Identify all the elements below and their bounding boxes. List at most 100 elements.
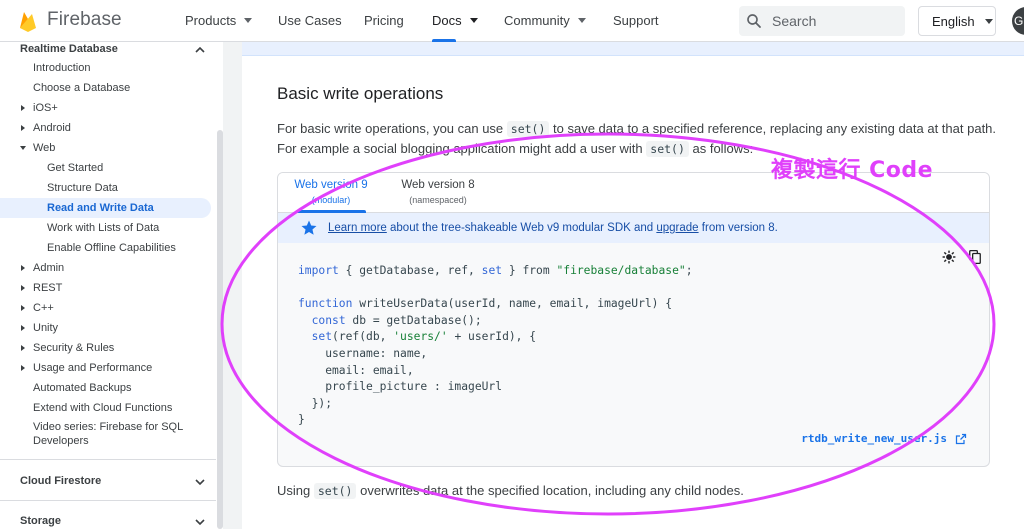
sidebar-item-automated-backups[interactable]: Automated Backups xyxy=(0,378,211,398)
chevron-up-icon[interactable] xyxy=(195,45,205,55)
sidebar-item-read-write-data[interactable]: Read and Write Data xyxy=(0,198,211,218)
sidebar-item-structure-data[interactable]: Structure Data xyxy=(0,178,211,198)
nav-support[interactable]: Support xyxy=(613,13,659,28)
notice-end: from version 8. xyxy=(698,222,778,234)
star-icon xyxy=(301,220,317,235)
code-keyword: set xyxy=(481,264,503,277)
sidebar-divider xyxy=(0,500,216,501)
sidebar-item-admin[interactable]: Admin xyxy=(0,258,211,278)
notice-text: Learn more about the tree-shakeable Web … xyxy=(328,222,778,234)
search-box[interactable] xyxy=(739,6,905,36)
tab-subtitle: (modular) xyxy=(311,195,351,205)
nav-pricing[interactable]: Pricing xyxy=(364,13,404,28)
expand-arrow-icon xyxy=(21,345,25,351)
nav-community[interactable]: Community xyxy=(504,13,586,28)
chevron-down-icon[interactable] xyxy=(195,477,205,487)
sidebar-item-label: Android xyxy=(33,122,71,134)
sidebar-item-choose-database[interactable]: Choose a Database xyxy=(0,78,211,98)
firebase-logo-icon[interactable] xyxy=(17,9,39,33)
sidebar-item-lists-of-data[interactable]: Work with Lists of Data xyxy=(0,218,211,238)
nav-products-label: Products xyxy=(185,13,237,28)
code-text: }); xyxy=(298,396,333,410)
sidebar-section-storage[interactable]: Storage xyxy=(20,515,61,527)
code-text: db = getDatabase(); xyxy=(345,313,482,327)
sidebar-item-label: Extend with Cloud Functions xyxy=(33,402,173,414)
expand-arrow-icon xyxy=(21,285,25,291)
sidebar-item-offline[interactable]: Enable Offline Capabilities xyxy=(0,238,211,258)
code-keyword: set xyxy=(311,330,333,344)
nav-products[interactable]: Products xyxy=(185,13,253,28)
code-text: email: email, xyxy=(298,363,414,377)
sidebar-section-cloud-firestore[interactable]: Cloud Firestore xyxy=(20,475,101,487)
sidebar-item-label: Introduction xyxy=(33,62,91,74)
para-text: as follows: xyxy=(688,141,754,156)
sidebar-item-label: Unity xyxy=(33,322,59,334)
sidebar-item-cpp[interactable]: C++ xyxy=(0,298,211,318)
sidebar-item-introduction[interactable]: Introduction xyxy=(0,58,211,78)
avatar-initial: G xyxy=(1014,14,1024,28)
sidebar-item-label: Web xyxy=(33,142,56,154)
language-select[interactable]: English xyxy=(918,6,996,36)
nav-use-cases-label: Use Cases xyxy=(278,13,342,28)
tab-title: Web version 9 xyxy=(294,179,368,191)
theme-toggle-icon[interactable] xyxy=(942,250,956,264)
sidebar-section-realtime-database[interactable]: Realtime Database xyxy=(20,43,118,55)
brand-name[interactable]: Firebase xyxy=(47,9,122,31)
code-text: { getDatabase, ref, xyxy=(338,264,482,277)
code-sample-card: Web version 9 (modular) Web version 8 (n… xyxy=(277,172,990,467)
sidebar-item-unity[interactable]: Unity xyxy=(0,318,211,338)
avatar[interactable]: G xyxy=(1012,7,1024,35)
code-text: (ref(db, xyxy=(332,330,394,344)
sidebar-item-label: Read and Write Data xyxy=(47,202,154,214)
nav-active-indicator xyxy=(432,39,456,42)
annotation-label: 複製這行 Code xyxy=(771,158,934,183)
tab-title: Web version 8 xyxy=(401,179,475,191)
expand-arrow-icon xyxy=(21,305,25,311)
sidebar-item-cloud-functions[interactable]: Extend with Cloud Functions xyxy=(0,398,211,418)
sidebar-item-web[interactable]: Web xyxy=(0,138,211,158)
tab-web-v8[interactable]: Web version 8 (namespaced) xyxy=(399,179,477,205)
nav-community-label: Community xyxy=(504,13,570,28)
sidebar-item-get-started[interactable]: Get Started xyxy=(0,158,211,178)
expand-arrow-icon xyxy=(21,105,25,111)
chevron-down-icon xyxy=(984,18,993,24)
copy-icon[interactable] xyxy=(968,249,982,265)
sidebar-item-label: Get Started xyxy=(47,162,104,174)
sidebar-item-label: Usage and Performance xyxy=(33,362,153,374)
code-text: username: name, xyxy=(298,346,428,360)
source-file-name: rtdb_write_new_user.js xyxy=(801,432,947,445)
upgrade-link[interactable]: upgrade xyxy=(656,222,698,234)
sidebar-item-label: Automated Backups xyxy=(33,382,132,394)
top-banner-strip xyxy=(242,42,1024,56)
chevron-down-icon[interactable] xyxy=(195,517,205,527)
nav-docs[interactable]: Docs xyxy=(432,13,478,28)
expand-arrow-icon xyxy=(21,365,25,371)
code-keyword: const xyxy=(311,313,346,327)
outro-paragraph: Using set() overwrites data at the speci… xyxy=(277,481,997,501)
sidebar-item-usage-performance[interactable]: Usage and Performance xyxy=(0,358,211,378)
sidebar-item-label: Choose a Database xyxy=(33,82,131,94)
inline-code: set() xyxy=(506,121,550,137)
source-file-link[interactable]: rtdb_write_new_user.js xyxy=(801,432,967,445)
sidebar-item-rest[interactable]: REST xyxy=(0,278,211,298)
tab-web-v9[interactable]: Web version 9 (modular) xyxy=(293,179,369,205)
nav-use-cases[interactable]: Use Cases xyxy=(278,13,342,28)
sidebar-item-ios[interactable]: iOS+ xyxy=(0,98,211,118)
sidebar-item-security-rules[interactable]: Security & Rules xyxy=(0,338,211,358)
docs-sidebar: Realtime Database Introduction Choose a … xyxy=(0,42,216,529)
top-nav-bar: Firebase Products Use Cases Pricing Docs… xyxy=(0,0,1024,42)
sidebar-item-label: Admin xyxy=(33,262,65,274)
sidebar-item-label: REST xyxy=(33,282,63,294)
chevron-down-icon xyxy=(577,18,586,23)
sidebar-item-android[interactable]: Android xyxy=(0,118,211,138)
code-text: writeUserData(userId, name, email, image… xyxy=(352,297,673,311)
search-input[interactable] xyxy=(772,13,892,29)
expand-arrow-icon xyxy=(21,265,25,271)
sidebar-item-label: iOS+ xyxy=(33,102,58,114)
sidebar-item-video-series[interactable]: Video series: Firebase for SQL Developer… xyxy=(0,418,211,450)
code-block[interactable]: import { getDatabase, ref, set } from "f… xyxy=(298,263,693,429)
inline-code: set() xyxy=(646,141,689,157)
expand-arrow-icon xyxy=(21,325,25,331)
collapse-arrow-icon xyxy=(20,146,26,150)
learn-more-link[interactable]: Learn more xyxy=(328,222,387,234)
